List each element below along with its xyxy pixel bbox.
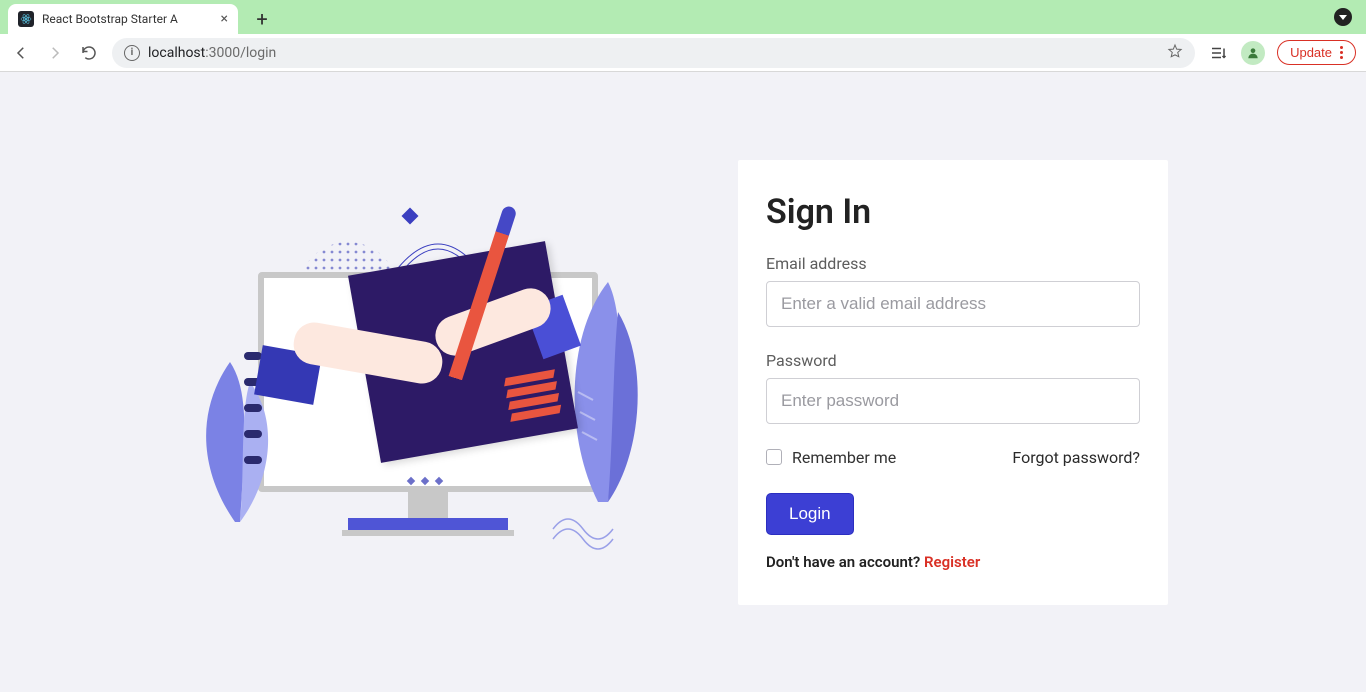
site-info-icon[interactable]: i: [124, 45, 140, 61]
close-tab-icon[interactable]: ×: [221, 11, 228, 27]
email-label: Email address: [766, 254, 1140, 273]
login-card: Sign In Email address Password Remember …: [738, 160, 1168, 605]
page-body: Sign In Email address Password Remember …: [0, 72, 1366, 692]
bookmark-star-icon[interactable]: [1167, 43, 1183, 63]
address-bar[interactable]: i localhost:3000/login: [112, 38, 1195, 68]
password-label: Password: [766, 351, 1140, 370]
update-label: Update: [1290, 45, 1332, 60]
email-field[interactable]: [766, 281, 1140, 327]
browser-tab[interactable]: React Bootstrap Starter A ×: [8, 4, 238, 34]
plant-right-icon: [558, 272, 648, 502]
tab-title: React Bootstrap Starter A: [42, 12, 213, 26]
url-text: localhost:3000/login: [148, 45, 276, 61]
note-stripes-icon: [503, 366, 561, 422]
login-button[interactable]: Login: [766, 493, 854, 535]
forgot-password-link[interactable]: Forgot password?: [1012, 448, 1140, 467]
browser-update-button[interactable]: Update: [1277, 40, 1356, 65]
react-favicon-icon: [18, 11, 34, 27]
swirl-icon: [548, 504, 618, 554]
monitor-led-icon: [408, 478, 442, 484]
reading-list-icon[interactable]: [1207, 42, 1229, 64]
profile-avatar-icon[interactable]: [1241, 41, 1265, 65]
browser-toolbar: i localhost:3000/login Update: [0, 34, 1366, 72]
monitor-base-shadow-icon: [342, 530, 514, 536]
reload-button[interactable]: [78, 42, 100, 64]
remember-me-checkbox[interactable]: [766, 449, 782, 465]
new-tab-button[interactable]: +: [248, 5, 276, 33]
password-field[interactable]: [766, 378, 1140, 424]
login-illustration: [198, 202, 658, 562]
browser-tab-strip: React Bootstrap Starter A × +: [0, 0, 1366, 34]
register-link[interactable]: Register: [924, 553, 980, 571]
remember-me-wrapper[interactable]: Remember me: [766, 448, 896, 467]
monitor-base-icon: [348, 518, 508, 530]
remember-me-label: Remember me: [792, 448, 896, 467]
signin-heading: Sign In: [766, 192, 1140, 232]
more-dots-icon: [1340, 46, 1343, 59]
window-menu-icon[interactable]: [1334, 8, 1352, 26]
signup-prompt: Don't have an account? Register: [766, 553, 1140, 571]
diamond-icon: [402, 208, 419, 225]
back-button[interactable]: [10, 42, 32, 64]
forward-button[interactable]: [44, 42, 66, 64]
